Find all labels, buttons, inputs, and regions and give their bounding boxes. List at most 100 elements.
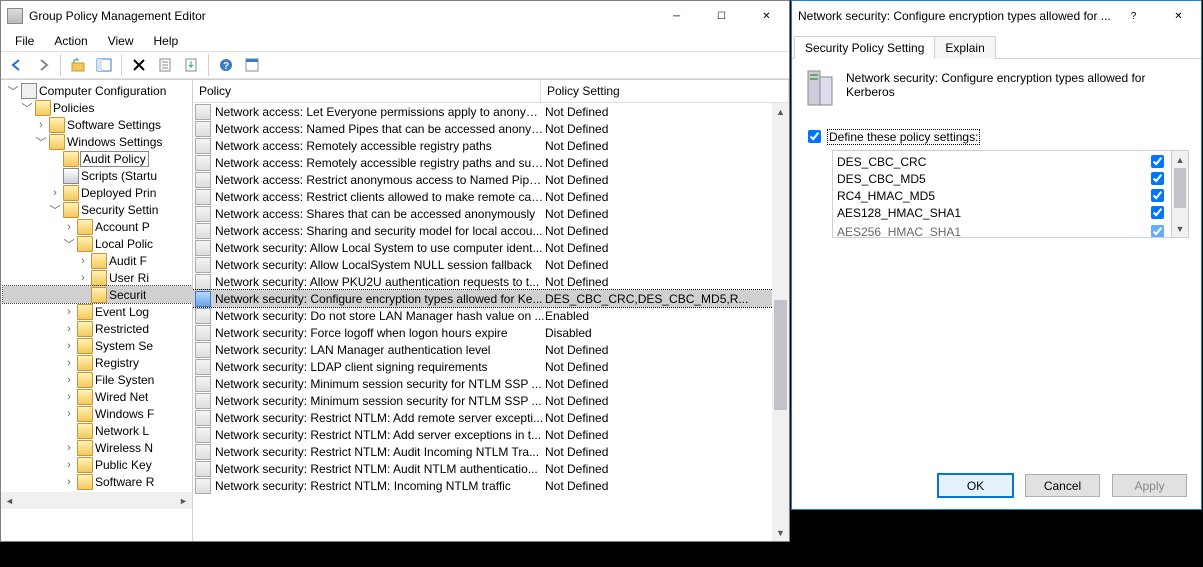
maximize-button[interactable]: ☐ [699,1,744,31]
scroll-up-icon[interactable]: ▲ [1172,151,1188,168]
expand-collapse-icon[interactable]: ﹀ [19,100,35,116]
expand-icon[interactable]: › [61,340,77,352]
tree-hscroll[interactable]: ◄► [1,492,192,509]
cancel-button[interactable]: Cancel [1025,474,1100,497]
expand-icon[interactable]: › [61,391,77,403]
policy-row[interactable]: Network security: Force logoff when logo… [193,324,789,341]
encryption-type-checkbox[interactable] [1151,189,1164,202]
policy-row[interactable]: Network access: Sharing and security mod… [193,222,789,239]
tree-item[interactable]: ›Event Log [3,303,192,320]
encryption-type-row[interactable]: DES_CBC_MD5 [837,170,1167,187]
policy-row[interactable]: Network security: LAN Manager authentica… [193,341,789,358]
encryption-type-checkbox[interactable] [1151,225,1164,238]
tree-item[interactable]: ›File Systen [3,371,192,388]
policy-row[interactable]: Network security: Restrict NTLM: Add ser… [193,426,789,443]
menu-action[interactable]: Action [46,32,95,50]
expand-icon[interactable]: › [33,119,49,131]
expand-collapse-icon[interactable]: ﹀ [33,134,49,150]
scroll-up-icon[interactable]: ▲ [772,103,789,120]
tree-item[interactable]: ›Software Settings [3,116,192,133]
expand-icon[interactable]: › [61,476,77,488]
encryption-type-row[interactable]: AES256_HMAC_SHA1 [837,223,1167,238]
policy-row[interactable]: Network access: Restrict anonymous acces… [193,171,789,188]
tree-item[interactable]: Network L [3,422,192,439]
tree-item[interactable]: ›User Ri [3,269,192,286]
expand-icon[interactable]: › [61,306,77,318]
help-button[interactable]: ? [214,53,238,77]
policy-row[interactable]: Network security: Minimum session securi… [193,392,789,409]
tree-item[interactable]: ›Registry [3,354,192,371]
encryption-type-checkbox[interactable] [1151,206,1164,219]
policy-row[interactable]: Network access: Named Pipes that can be … [193,120,789,137]
dialog-close-button[interactable]: ✕ [1156,1,1201,31]
expand-icon[interactable]: › [47,187,63,199]
col-policy[interactable]: Policy [193,80,541,102]
tree-item[interactable]: ›Public Key [3,456,192,473]
encryption-type-checkbox[interactable] [1151,172,1164,185]
expand-icon[interactable]: › [75,255,91,267]
scroll-down-icon[interactable]: ▼ [772,524,789,541]
ok-button[interactable]: OK [938,474,1013,497]
policy-row[interactable]: Network security: Restrict NTLM: Audit I… [193,443,789,460]
export-list-button[interactable] [179,53,203,77]
policy-row[interactable]: Network security: Allow PKU2U authentica… [193,273,789,290]
tree-root[interactable]: ﹀ Computer Configuration [3,82,192,99]
list-vscroll[interactable]: ▲ ▼ [772,103,789,541]
encryption-type-row[interactable]: AES128_HMAC_SHA1 [837,204,1167,221]
expand-collapse-icon[interactable]: ﹀ [47,202,63,218]
expand-icon[interactable]: › [61,408,77,420]
tree-item[interactable]: ›Wired Net [3,388,192,405]
policy-row[interactable]: Network access: Remotely accessible regi… [193,137,789,154]
tab-explain[interactable]: Explain [934,36,995,59]
expand-icon[interactable]: › [61,442,77,454]
refresh-button[interactable] [240,53,264,77]
tree-item[interactable]: ﹀Policies [3,99,192,116]
forward-button[interactable] [31,53,55,77]
policy-row[interactable]: Network security: Minimum session securi… [193,375,789,392]
config-tree[interactable]: ﹀ Computer Configuration ﹀Policies›Softw… [1,80,192,492]
expand-icon[interactable]: › [61,374,77,386]
encryption-type-checkbox[interactable] [1151,155,1164,168]
tree-item[interactable]: ›Audit F [3,252,192,269]
tree-item[interactable]: ﹀Security Settin [3,201,192,218]
expand-icon[interactable]: › [75,272,91,284]
tree-item[interactable]: ›Windows F [3,405,192,422]
properties-button[interactable] [153,53,177,77]
policy-row[interactable]: Network security: Allow LocalSystem NULL… [193,256,789,273]
col-setting[interactable]: Policy Setting [541,80,789,102]
tree-item[interactable]: ›Wireless N [3,439,192,456]
encryption-types-list[interactable]: DES_CBC_CRCDES_CBC_MD5RC4_HMAC_MD5AES128… [832,150,1172,238]
dialog-help-button[interactable]: ? [1111,1,1156,31]
policy-row[interactable]: Network security: LDAP client signing re… [193,358,789,375]
menu-view[interactable]: View [100,32,142,50]
encryption-type-row[interactable]: RC4_HMAC_MD5 [837,187,1167,204]
tree-item[interactable]: ›Software R [3,473,192,490]
policy-row[interactable]: Network access: Let Everyone permissions… [193,103,789,120]
tree-item[interactable]: ›Restricted [3,320,192,337]
delete-button[interactable] [127,53,151,77]
policy-row[interactable]: Network access: Shares that can be acces… [193,205,789,222]
tree-item[interactable]: Audit Policy [3,150,192,167]
apply-button[interactable]: Apply [1112,474,1187,497]
menu-file[interactable]: File [7,32,42,50]
tree-item[interactable]: ﹀Windows Settings [3,133,192,150]
policy-row[interactable]: Network security: Restrict NTLM: Add rem… [193,409,789,426]
expand-icon[interactable]: › [61,323,77,335]
show-hide-tree-button[interactable] [92,53,116,77]
policy-row[interactable]: Network access: Restrict clients allowed… [193,188,789,205]
back-button[interactable] [5,53,29,77]
define-settings-checkbox[interactable] [808,130,821,143]
tree-item[interactable]: ›System Se [3,337,192,354]
menu-help[interactable]: Help [146,32,187,50]
up-level-button[interactable] [66,53,90,77]
tab-security-policy-setting[interactable]: Security Policy Setting [794,36,935,59]
expand-icon[interactable]: › [61,459,77,471]
close-button[interactable]: ✕ [744,1,789,31]
policy-list[interactable]: Network access: Let Everyone permissions… [193,103,789,541]
tree-item[interactable]: ﹀Local Polic [3,235,192,252]
tree-item[interactable]: ›Account P [3,218,192,235]
expand-collapse-icon[interactable]: ﹀ [61,236,77,252]
policy-row[interactable]: Network security: Restrict NTLM: Incomin… [193,477,789,494]
tree-item[interactable]: ›Deployed Prin [3,184,192,201]
enc-list-scroll[interactable]: ▲ ▼ [1172,150,1189,238]
